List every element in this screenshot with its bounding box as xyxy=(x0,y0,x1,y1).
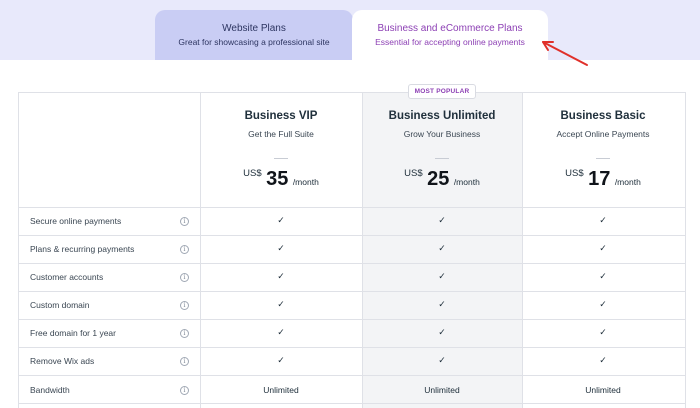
info-icon[interactable]: i xyxy=(180,245,189,254)
plan-header-business-vip: Business VIP Get the Full Suite US$ 35 /… xyxy=(200,110,362,191)
plan-separator xyxy=(274,158,288,159)
tab-ecommerce-subtitle: Essential for accepting online payments xyxy=(375,37,525,47)
feature-value: ✓ xyxy=(599,215,607,225)
plan-header-business-unlimited: Business Unlimited Grow Your Business US… xyxy=(361,110,523,191)
feature-value: ✓ xyxy=(438,327,446,337)
plan-separator xyxy=(435,158,449,159)
plan-tagline: Get the Full Suite xyxy=(248,129,314,139)
row-divider xyxy=(18,319,686,320)
feature-value: ✓ xyxy=(599,243,607,253)
info-icon[interactable]: i xyxy=(180,217,189,226)
feature-value: ✓ xyxy=(277,299,285,309)
feature-value: Unlimited xyxy=(585,385,621,395)
feature-value: ✓ xyxy=(599,355,607,365)
plan-price: US$ 17 /month xyxy=(522,168,684,191)
row-divider xyxy=(18,403,686,404)
feature-label: Bandwidth xyxy=(30,385,70,395)
price-amount: 17 xyxy=(588,168,611,190)
annotation-arrow-icon xyxy=(542,41,588,66)
info-icon[interactable]: i xyxy=(180,301,189,310)
tab-ecommerce-title: Business and eCommerce Plans xyxy=(377,23,523,34)
feature-value: ✓ xyxy=(438,271,446,281)
row-divider xyxy=(18,235,686,236)
plan-separator xyxy=(596,158,610,159)
price-currency: US$ xyxy=(404,168,423,179)
feature-value: ✓ xyxy=(599,271,607,281)
plan-tagline: Accept Online Payments xyxy=(556,129,650,139)
feature-value: Unlimited xyxy=(424,385,460,395)
feature-value: ✓ xyxy=(438,299,446,309)
plan-header-business-basic: Business Basic Accept Online Payments US… xyxy=(522,110,684,191)
price-amount: 35 xyxy=(266,168,289,190)
price-currency: US$ xyxy=(565,168,584,179)
tab-website-plans[interactable]: Website Plans Great for showcasing a pro… xyxy=(155,10,353,60)
feature-value: ✓ xyxy=(277,355,285,365)
most-popular-badge: MOST POPULAR xyxy=(408,84,476,99)
row-divider xyxy=(18,347,686,348)
feature-label: Free domain for 1 year xyxy=(30,328,116,338)
feature-value: ✓ xyxy=(599,327,607,337)
feature-label: Secure online payments xyxy=(30,216,122,226)
feature-value: ✓ xyxy=(438,215,446,225)
feature-value: ✓ xyxy=(438,355,446,365)
feature-label: Custom domain xyxy=(30,300,90,310)
feature-value: Unlimited xyxy=(263,385,299,395)
plan-price: US$ 35 /month xyxy=(200,168,362,191)
row-divider xyxy=(18,207,686,208)
feature-label: Remove Wix ads xyxy=(30,356,95,366)
price-period: /month xyxy=(292,177,319,187)
plan-tagline: Grow Your Business xyxy=(403,129,481,139)
plan-name: Business VIP xyxy=(244,110,318,122)
info-icon[interactable]: i xyxy=(180,357,189,366)
plan-price: US$ 25 /month xyxy=(361,168,523,191)
row-divider xyxy=(18,291,686,292)
feature-value: ✓ xyxy=(277,215,285,225)
feature-value: ✓ xyxy=(277,327,285,337)
info-icon[interactable]: i xyxy=(180,273,189,282)
price-amount: 25 xyxy=(427,168,450,190)
row-divider xyxy=(18,263,686,264)
tab-business-ecommerce-plans[interactable]: Business and eCommerce Plans Essential f… xyxy=(352,10,548,62)
feature-value: ✓ xyxy=(277,243,285,253)
feature-value: ✓ xyxy=(599,299,607,309)
plan-name: Business Basic xyxy=(560,110,646,122)
feature-label: Plans & recurring payments xyxy=(30,244,135,254)
info-icon[interactable]: i xyxy=(180,386,189,395)
tab-website-subtitle: Great for showcasing a professional site xyxy=(178,37,330,47)
row-divider xyxy=(18,375,686,376)
tab-website-title: Website Plans xyxy=(222,23,286,34)
feature-value: ✓ xyxy=(277,271,285,281)
feature-label: Customer accounts xyxy=(30,272,104,282)
info-icon[interactable]: i xyxy=(180,329,189,338)
plan-name: Business Unlimited xyxy=(388,110,496,122)
price-currency: US$ xyxy=(243,168,262,179)
feature-value: ✓ xyxy=(438,243,446,253)
price-period: /month xyxy=(453,177,480,187)
price-period: /month xyxy=(614,177,641,187)
